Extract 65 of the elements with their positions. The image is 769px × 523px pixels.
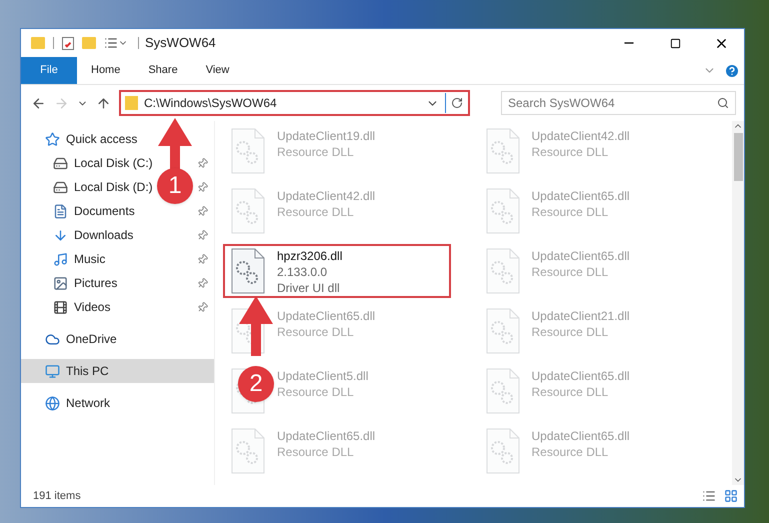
up-icon[interactable] [96, 96, 111, 110]
nav-item[interactable]: Local Disk (C:) [74, 154, 153, 172]
folder-icon [125, 96, 138, 110]
large-icons-view-icon[interactable] [724, 489, 738, 503]
music-icon [53, 252, 68, 266]
file-name[interactable]: hpzr3206.dll [277, 248, 342, 264]
nav-item[interactable]: Videos [74, 298, 110, 316]
gear-file-icon [486, 188, 520, 234]
file-detail: Resource DLL [532, 384, 610, 400]
ribbon-tab[interactable]: View [192, 57, 244, 84]
network-icon [45, 396, 60, 410]
gear-file-icon [231, 128, 265, 174]
maximize-icon [670, 38, 680, 48]
refresh-icon[interactable] [451, 97, 463, 109]
nav-item[interactable]: Local Disk (D:) [74, 178, 153, 196]
file-detail: Resource DLL [532, 204, 610, 220]
search-icon[interactable] [717, 97, 729, 109]
nav-item[interactable]: OneDrive [66, 330, 117, 348]
nav-item[interactable]: Quick access [66, 130, 138, 148]
document-icon [53, 204, 68, 218]
scrollbar-thumb[interactable] [734, 133, 742, 181]
nav-item[interactable]: Pictures [74, 274, 118, 292]
file-detail: Resource DLL [532, 444, 610, 460]
item-count: 191 items [33, 488, 81, 504]
scrollbar[interactable] [732, 121, 744, 485]
nav-item[interactable]: Music [74, 250, 106, 268]
file-detail: Resource DLL [532, 324, 610, 340]
gear-file-icon [231, 428, 265, 474]
download-icon [53, 228, 68, 242]
file-detail: Resource DLL [277, 444, 355, 460]
properties-icon[interactable] [62, 36, 74, 50]
file-detail: 2.133.0.0 [277, 264, 328, 280]
monitor-icon [45, 364, 60, 378]
file-detail: Resource DLL [277, 324, 355, 340]
nav-item[interactable]: Documents [74, 202, 135, 220]
picture-icon [53, 276, 68, 290]
cloud-icon [45, 332, 60, 346]
search-field[interactable]: Search SysWOW64 [501, 91, 736, 115]
ribbon-tab[interactable]: Home [77, 57, 134, 84]
file-detail: Resource DLL [277, 144, 355, 160]
gear-file-icon [231, 248, 265, 294]
nav-item[interactable]: Network [66, 394, 110, 412]
help-icon[interactable] [724, 62, 740, 78]
film-icon [53, 300, 68, 314]
gear-file-icon [486, 368, 520, 414]
view-icon[interactable] [104, 36, 118, 50]
nav-item[interactable]: This PC [66, 362, 109, 380]
gear-file-icon [486, 308, 520, 354]
gear-file-icon [231, 188, 265, 234]
back-icon[interactable] [31, 96, 46, 110]
address-bar[interactable]: C:\Windows\SysWOW64 [119, 90, 470, 116]
gear-file-icon [486, 248, 520, 294]
nav-item[interactable]: Downloads [74, 226, 134, 244]
details-view-icon[interactable] [702, 489, 716, 503]
file-detail: Resource DLL [532, 264, 610, 280]
gear-file-icon [486, 128, 520, 174]
ribbon-tab[interactable]: Share [134, 57, 192, 84]
address-path: C:\Windows\SysWOW64 [144, 95, 277, 112]
file-detail: Resource DLL [532, 144, 610, 160]
file-detail: Resource DLL [277, 384, 355, 400]
file-detail: Resource DLL [277, 204, 355, 220]
window-title: SysWOW64 [145, 34, 216, 52]
file-detail: Driver UI dll [277, 280, 341, 296]
star-icon [45, 132, 60, 146]
gear-file-icon [486, 428, 520, 474]
